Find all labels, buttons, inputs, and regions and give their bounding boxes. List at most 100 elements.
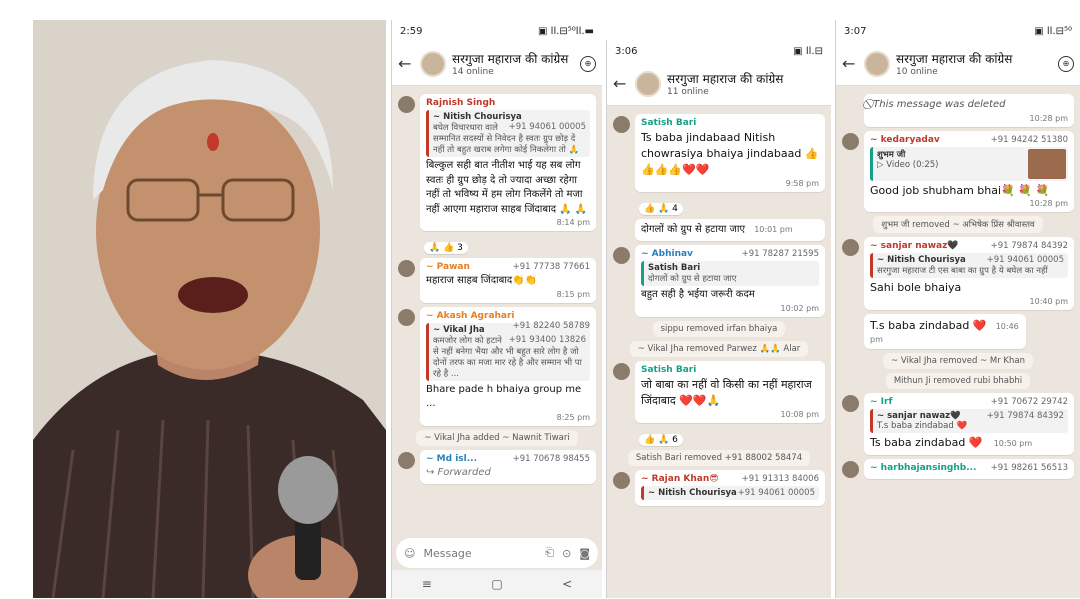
- quoted-message[interactable]: ~ Nitish Chourisya +91 94061 00005 सरगुज…: [870, 253, 1068, 279]
- speaker-illustration: [33, 20, 386, 598]
- sender-name[interactable]: ~ Abhinav: [641, 249, 693, 259]
- message-bubble[interactable]: Rajnish Singh ~ Nitish Chourisya +91 940…: [398, 94, 596, 231]
- quote-text: T.s baba zindabad ❤️: [877, 421, 968, 432]
- group-title[interactable]: सरगुजा महाराज की कांग्रेस: [667, 70, 825, 87]
- message-input-bar[interactable]: ☺ Message ⎗ ⊙ ◙: [396, 538, 598, 568]
- back-arrow-icon[interactable]: ←: [398, 54, 414, 73]
- emoji-icon[interactable]: ☺: [404, 547, 415, 560]
- message-list[interactable]: Rajnish Singh ~ Nitish Chourisya +91 940…: [392, 86, 602, 492]
- quoted-message[interactable]: ~ Nitish Chourisya +91 94061 00005: [641, 485, 819, 500]
- video-thumbnail[interactable]: [1028, 148, 1066, 179]
- message-bubble[interactable]: Satish Bari जो बाबा का नहीं वो किसी का न…: [613, 360, 825, 423]
- message-input[interactable]: Message: [423, 547, 537, 560]
- message-bubble[interactable]: ~ Md isl... +91 70678 98455 ↪ Forwarded: [398, 449, 596, 484]
- message-bubble[interactable]: दोगलों को ग्रुप से हटाया जाए 10:01 pm: [635, 218, 825, 242]
- status-icons: ▣ ll.⊟: [793, 45, 823, 57]
- sender-phone: +91 78287 21595: [741, 249, 819, 260]
- sender-name[interactable]: ~ kedaryadav: [870, 135, 940, 145]
- reaction-badge[interactable]: 👍 🙏 6: [639, 433, 683, 446]
- quoted-message[interactable]: शुभम जी ▷ Video (0:25): [870, 146, 1068, 181]
- sender-avatar[interactable]: [613, 247, 630, 265]
- message-bubble[interactable]: ~ Pawan +91 77738 77661 महाराज साहब जिंदा…: [398, 258, 596, 303]
- chat-header: ← सरगुजा महाराज की कांग्रेस 11 online: [607, 62, 831, 106]
- message-text: Ts baba jindabaad Nitish chowrasiya bhai…: [641, 131, 819, 176]
- status-bar: 2:59 ▣ ll.⊟⁵⁰ll.▬: [392, 20, 602, 42]
- sender-avatar[interactable]: [398, 260, 415, 277]
- message-bubble[interactable]: ⃠ This message was deleted 10:28 pm: [864, 94, 1074, 127]
- sender-name[interactable]: Satish Bari: [641, 365, 819, 375]
- message-bubble[interactable]: ~ Abhinav +91 78287 21595 Satish Bari दोग…: [613, 245, 825, 317]
- message-bubble[interactable]: ~ Irf +91 70672 29742 ~ sanjar nawaz🖤 +91…: [842, 393, 1074, 456]
- quote-sender: ~ sanjar nawaz🖤: [877, 411, 961, 422]
- sender-avatar[interactable]: [842, 395, 859, 413]
- quoted-message[interactable]: ~ sanjar nawaz🖤 +91 79874 84392 T.s baba…: [870, 409, 1068, 434]
- system-notice: ~ Vikal Jha removed ~ Mr Khan: [883, 353, 1033, 370]
- sender-avatar[interactable]: [613, 116, 630, 133]
- chat-screenshot-1: 2:59 ▣ ll.⊟⁵⁰ll.▬ ← सरगुजा महाराज की कां…: [391, 20, 602, 598]
- message-bubble[interactable]: ~ Rajan Khan😎 +91 91313 84006 ~ Nitish Ch…: [613, 469, 825, 506]
- quote-sender: ~ Nitish Chourisya: [433, 112, 522, 122]
- back-arrow-icon[interactable]: ←: [842, 54, 858, 73]
- sender-name[interactable]: ~ Rajan Khan😎: [641, 474, 719, 484]
- sender-phone: +91 91313 84006: [741, 473, 819, 484]
- rupee-icon[interactable]: ⊙: [562, 547, 571, 560]
- sender-name[interactable]: Satish Bari: [641, 118, 819, 128]
- group-title[interactable]: सरगुजा महाराज की कांग्रेस: [896, 50, 1052, 67]
- quote-sender: Satish Bari: [648, 263, 701, 274]
- quote-sender: ~ Nitish Chourisya: [877, 255, 966, 266]
- message-text: Ts baba zindabad ❤️: [870, 436, 983, 450]
- sender-avatar[interactable]: [842, 461, 859, 479]
- group-avatar[interactable]: [635, 70, 661, 97]
- sender-avatar[interactable]: [398, 308, 415, 326]
- sender-avatar[interactable]: [613, 362, 630, 380]
- message-bubble[interactable]: T.s baba zindabad ❤️ 10:46 pm: [864, 314, 1027, 350]
- back-arrow-icon[interactable]: ←: [613, 74, 629, 93]
- sender-name[interactable]: ~ sanjar nawaz🖤: [870, 241, 959, 251]
- android-nav-bar: ≡ ▢ <: [392, 570, 602, 598]
- sender-avatar[interactable]: [398, 451, 415, 469]
- sender-name[interactable]: ~ Irf: [870, 397, 892, 407]
- message-bubble[interactable]: ~ sanjar nawaz🖤 +91 79874 84392 ~ Nitish …: [842, 237, 1074, 311]
- home-icon[interactable]: ▢: [491, 577, 502, 591]
- system-notice: शुभम जी removed ~ अभिषेक प्रिंस श्रीवास्…: [873, 216, 1043, 234]
- sender-name[interactable]: ~ Md isl...: [426, 454, 477, 464]
- reaction-badge[interactable]: 👍 🙏 4: [639, 202, 683, 215]
- sender-avatar[interactable]: [842, 239, 859, 257]
- message-bubble[interactable]: ~ harbhajansinghb... +91 98261 56513: [842, 459, 1074, 480]
- group-title[interactable]: सरगुजा महाराज की कांग्रेस: [452, 50, 574, 67]
- reaction-badge[interactable]: 🙏 👍 3: [424, 242, 468, 254]
- attach-icon[interactable]: ⎗: [545, 546, 554, 560]
- message-bubble[interactable]: ~ kedaryadav +91 94242 51380 शुभम जी ▷ Vi…: [842, 130, 1074, 213]
- sender-name[interactable]: Rajnish Singh: [426, 98, 590, 108]
- online-count: 10 online: [896, 67, 938, 77]
- quoted-message[interactable]: ~ Nitish Chourisya +91 94061 00005 बघेल …: [426, 110, 590, 157]
- sender-phone: +91 70678 98455: [512, 453, 590, 464]
- message-bubble[interactable]: Satish Bari Ts baba jindabaad Nitish cho…: [613, 114, 825, 192]
- online-count: 14 online: [452, 67, 494, 77]
- recents-icon[interactable]: ≡: [422, 577, 432, 591]
- message-list[interactable]: Satish Bari Ts baba jindabaad Nitish cho…: [607, 106, 831, 514]
- message-time: 10:01 pm: [754, 224, 793, 234]
- group-avatar[interactable]: [864, 50, 890, 77]
- call-icon[interactable]: ⊕: [580, 55, 596, 72]
- sender-phone: +91 82240 58789: [512, 320, 590, 331]
- message-bubble[interactable]: ~ Akash Agrahari +91 82240 58789 ~ Vikal …: [398, 306, 596, 426]
- camera-icon[interactable]: ◙: [579, 547, 590, 560]
- status-time: 3:06: [615, 45, 638, 57]
- quoted-message[interactable]: ~ Vikal Jha +91 93400 13826 कमजोर लोग को…: [426, 322, 590, 381]
- sender-name[interactable]: ~ harbhajansinghb...: [870, 463, 976, 473]
- sender-avatar[interactable]: [398, 96, 415, 113]
- sender-name[interactable]: ~ Akash Agrahari: [426, 311, 515, 321]
- sender-avatar[interactable]: [842, 132, 859, 150]
- group-avatar[interactable]: [420, 50, 446, 77]
- quoted-message[interactable]: Satish Bari दोगलों को ग्रुप से हटाया जाए: [641, 261, 819, 287]
- system-notice: ~ Vikal Jha removed Parwez 🙏🙏 Alar: [629, 340, 809, 357]
- sender-avatar[interactable]: [613, 471, 630, 489]
- message-time: 9:58 pm: [785, 178, 819, 188]
- back-icon[interactable]: <: [562, 577, 572, 591]
- message-list[interactable]: ⃠ This message was deleted 10:28 pm ~ ke…: [836, 86, 1080, 487]
- call-icon[interactable]: ⊕: [1058, 55, 1074, 72]
- sender-phone: +91 70672 29742: [990, 397, 1068, 408]
- sender-name[interactable]: ~ Pawan: [426, 262, 470, 272]
- message-text: Good job shubham bhai💐 💐 💐: [870, 183, 1050, 197]
